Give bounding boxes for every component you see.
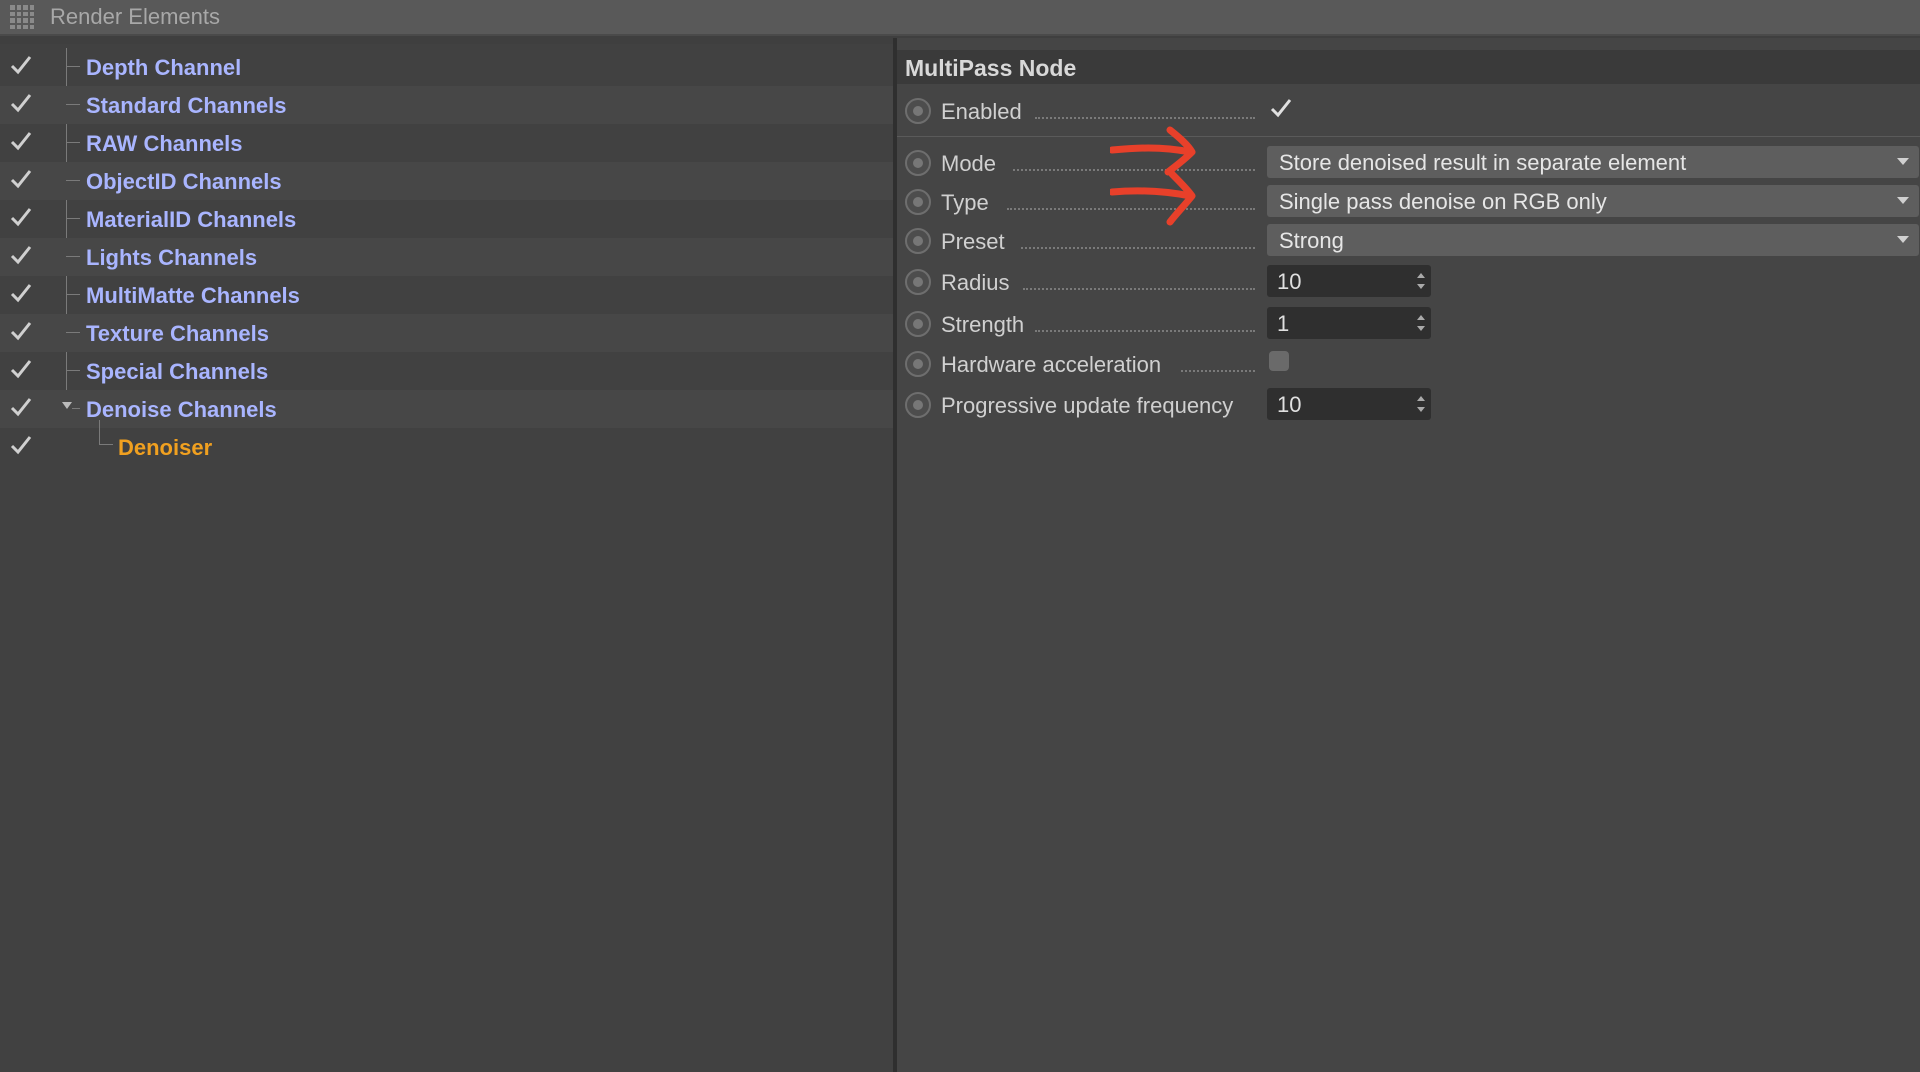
checkmark-icon[interactable] [8, 356, 34, 382]
tree-guide-line [99, 420, 100, 444]
tree-item-standard-channels[interactable]: Standard Channels [0, 86, 893, 124]
prop-progressive-update-frequency: Progressive update frequency 10 [897, 386, 1920, 426]
tree-item-denoise-channels[interactable]: Denoise Channels [0, 390, 893, 428]
tree-item-raw-channels[interactable]: RAW Channels [0, 124, 893, 162]
tree-item-label: Lights Channels [86, 245, 258, 270]
tree-item-label: Denoiser [118, 435, 213, 460]
prop-label: Enabled [941, 99, 1022, 124]
checkmark-icon[interactable] [8, 52, 34, 78]
spinner-icon[interactable] [1417, 315, 1425, 331]
checkmark-icon[interactable] [8, 318, 34, 344]
expand-triangle-icon[interactable] [62, 402, 72, 410]
dropdown-value: Strong [1279, 228, 1344, 253]
animate-radio-icon[interactable] [905, 269, 931, 295]
enabled-checkbox[interactable] [1267, 94, 1295, 122]
tree-item-texture-channels[interactable]: Texture Channels [0, 314, 893, 352]
prop-label: Mode [941, 151, 997, 176]
number-value: 1 [1277, 311, 1290, 336]
red-arrows-annotation [1110, 126, 1196, 226]
animate-radio-icon[interactable] [905, 98, 931, 124]
progressive-update-frequency-input[interactable]: 10 [1267, 388, 1431, 420]
checkmark-icon[interactable] [8, 432, 34, 458]
prop-label: Preset [941, 229, 1005, 254]
divider [897, 136, 1920, 137]
checkmark-icon[interactable] [8, 90, 34, 116]
tree-item-materialid-channels[interactable]: MaterialID Channels [0, 200, 893, 238]
tree-item-label: RAW Channels [86, 131, 243, 156]
panel-title: MultiPass Node [905, 55, 1077, 81]
chevron-down-icon [1897, 236, 1909, 243]
prop-label: Progressive update frequency [941, 393, 1234, 418]
prop-preset: Preset Strong [897, 222, 1920, 262]
checkmark-icon[interactable] [8, 242, 34, 268]
chevron-down-icon [1897, 197, 1909, 204]
preset-dropdown[interactable]: Strong [1267, 224, 1919, 256]
strength-input[interactable]: 1 [1267, 307, 1431, 339]
tree-item-multimatte-channels[interactable]: MultiMatte Channels [0, 276, 893, 314]
type-dropdown[interactable]: Single pass denoise on RGB only [1267, 185, 1919, 217]
checkmark-icon[interactable] [8, 394, 34, 420]
tree-item-denoiser[interactable]: Denoiser [0, 428, 893, 466]
tree-item-label: Denoise Channels [86, 397, 277, 422]
hardware-acceleration-checkbox[interactable] [1269, 351, 1289, 371]
animate-radio-icon[interactable] [905, 351, 931, 377]
prop-label: Radius [941, 270, 1010, 295]
prop-label: Type [941, 190, 989, 215]
tree-item-depth-channel[interactable]: Depth Channel [0, 48, 893, 86]
checkmark-icon[interactable] [8, 204, 34, 230]
window-title: Render Elements [50, 4, 220, 29]
animate-radio-icon[interactable] [905, 392, 931, 418]
prop-label: Hardware acceleration [941, 352, 1162, 377]
prop-enabled: Enabled [897, 92, 1920, 132]
animate-radio-icon[interactable] [905, 311, 931, 337]
tree-item-special-channels[interactable]: Special Channels [0, 352, 893, 390]
tree-item-label: Depth Channel [86, 55, 242, 80]
prop-radius: Radius 10 [897, 263, 1920, 303]
checkmark-icon[interactable] [8, 128, 34, 154]
tree-item-lights-channels[interactable]: Lights Channels [0, 238, 893, 276]
panel-header: MultiPass Node [897, 50, 1920, 84]
prop-type: Type Single pass denoise on RGB only [897, 183, 1920, 223]
spinner-icon[interactable] [1417, 396, 1425, 412]
tree-item-label: ObjectID Channels [86, 169, 282, 194]
prop-strength: Strength 1 [897, 305, 1920, 345]
mode-dropdown[interactable]: Store denoised result in separate elemen… [1267, 146, 1919, 178]
tree-item-objectid-channels[interactable]: ObjectID Channels [0, 162, 893, 200]
tree-item-label: MultiMatte Channels [86, 283, 300, 308]
dropdown-value: Store denoised result in separate elemen… [1279, 150, 1687, 175]
tree-item-label: MaterialID Channels [86, 207, 297, 232]
prop-hardware-acceleration: Hardware acceleration [897, 345, 1920, 385]
radius-input[interactable]: 10 [1267, 265, 1431, 297]
number-value: 10 [1277, 269, 1302, 294]
checkmark-icon[interactable] [8, 166, 34, 192]
grid-icon[interactable] [10, 5, 34, 29]
properties-panel: MultiPass Node Enabled Mode Store denois… [897, 38, 1920, 1072]
number-value: 10 [1277, 392, 1302, 417]
tree-item-label: Standard Channels [86, 93, 287, 118]
animate-radio-icon[interactable] [905, 189, 931, 215]
chevron-down-icon [1897, 158, 1909, 165]
dropdown-value: Single pass denoise on RGB only [1279, 189, 1607, 214]
spinner-icon[interactable] [1417, 273, 1425, 289]
checkmark-icon[interactable] [8, 280, 34, 306]
title-bar: Render Elements [0, 0, 1920, 36]
tree-item-label: Special Channels [86, 359, 269, 384]
tree-item-label: Texture Channels [86, 321, 269, 346]
animate-radio-icon[interactable] [905, 150, 931, 176]
prop-mode: Mode Store denoised result in separate e… [897, 144, 1920, 184]
animate-radio-icon[interactable] [905, 228, 931, 254]
prop-label: Strength [941, 312, 1025, 337]
